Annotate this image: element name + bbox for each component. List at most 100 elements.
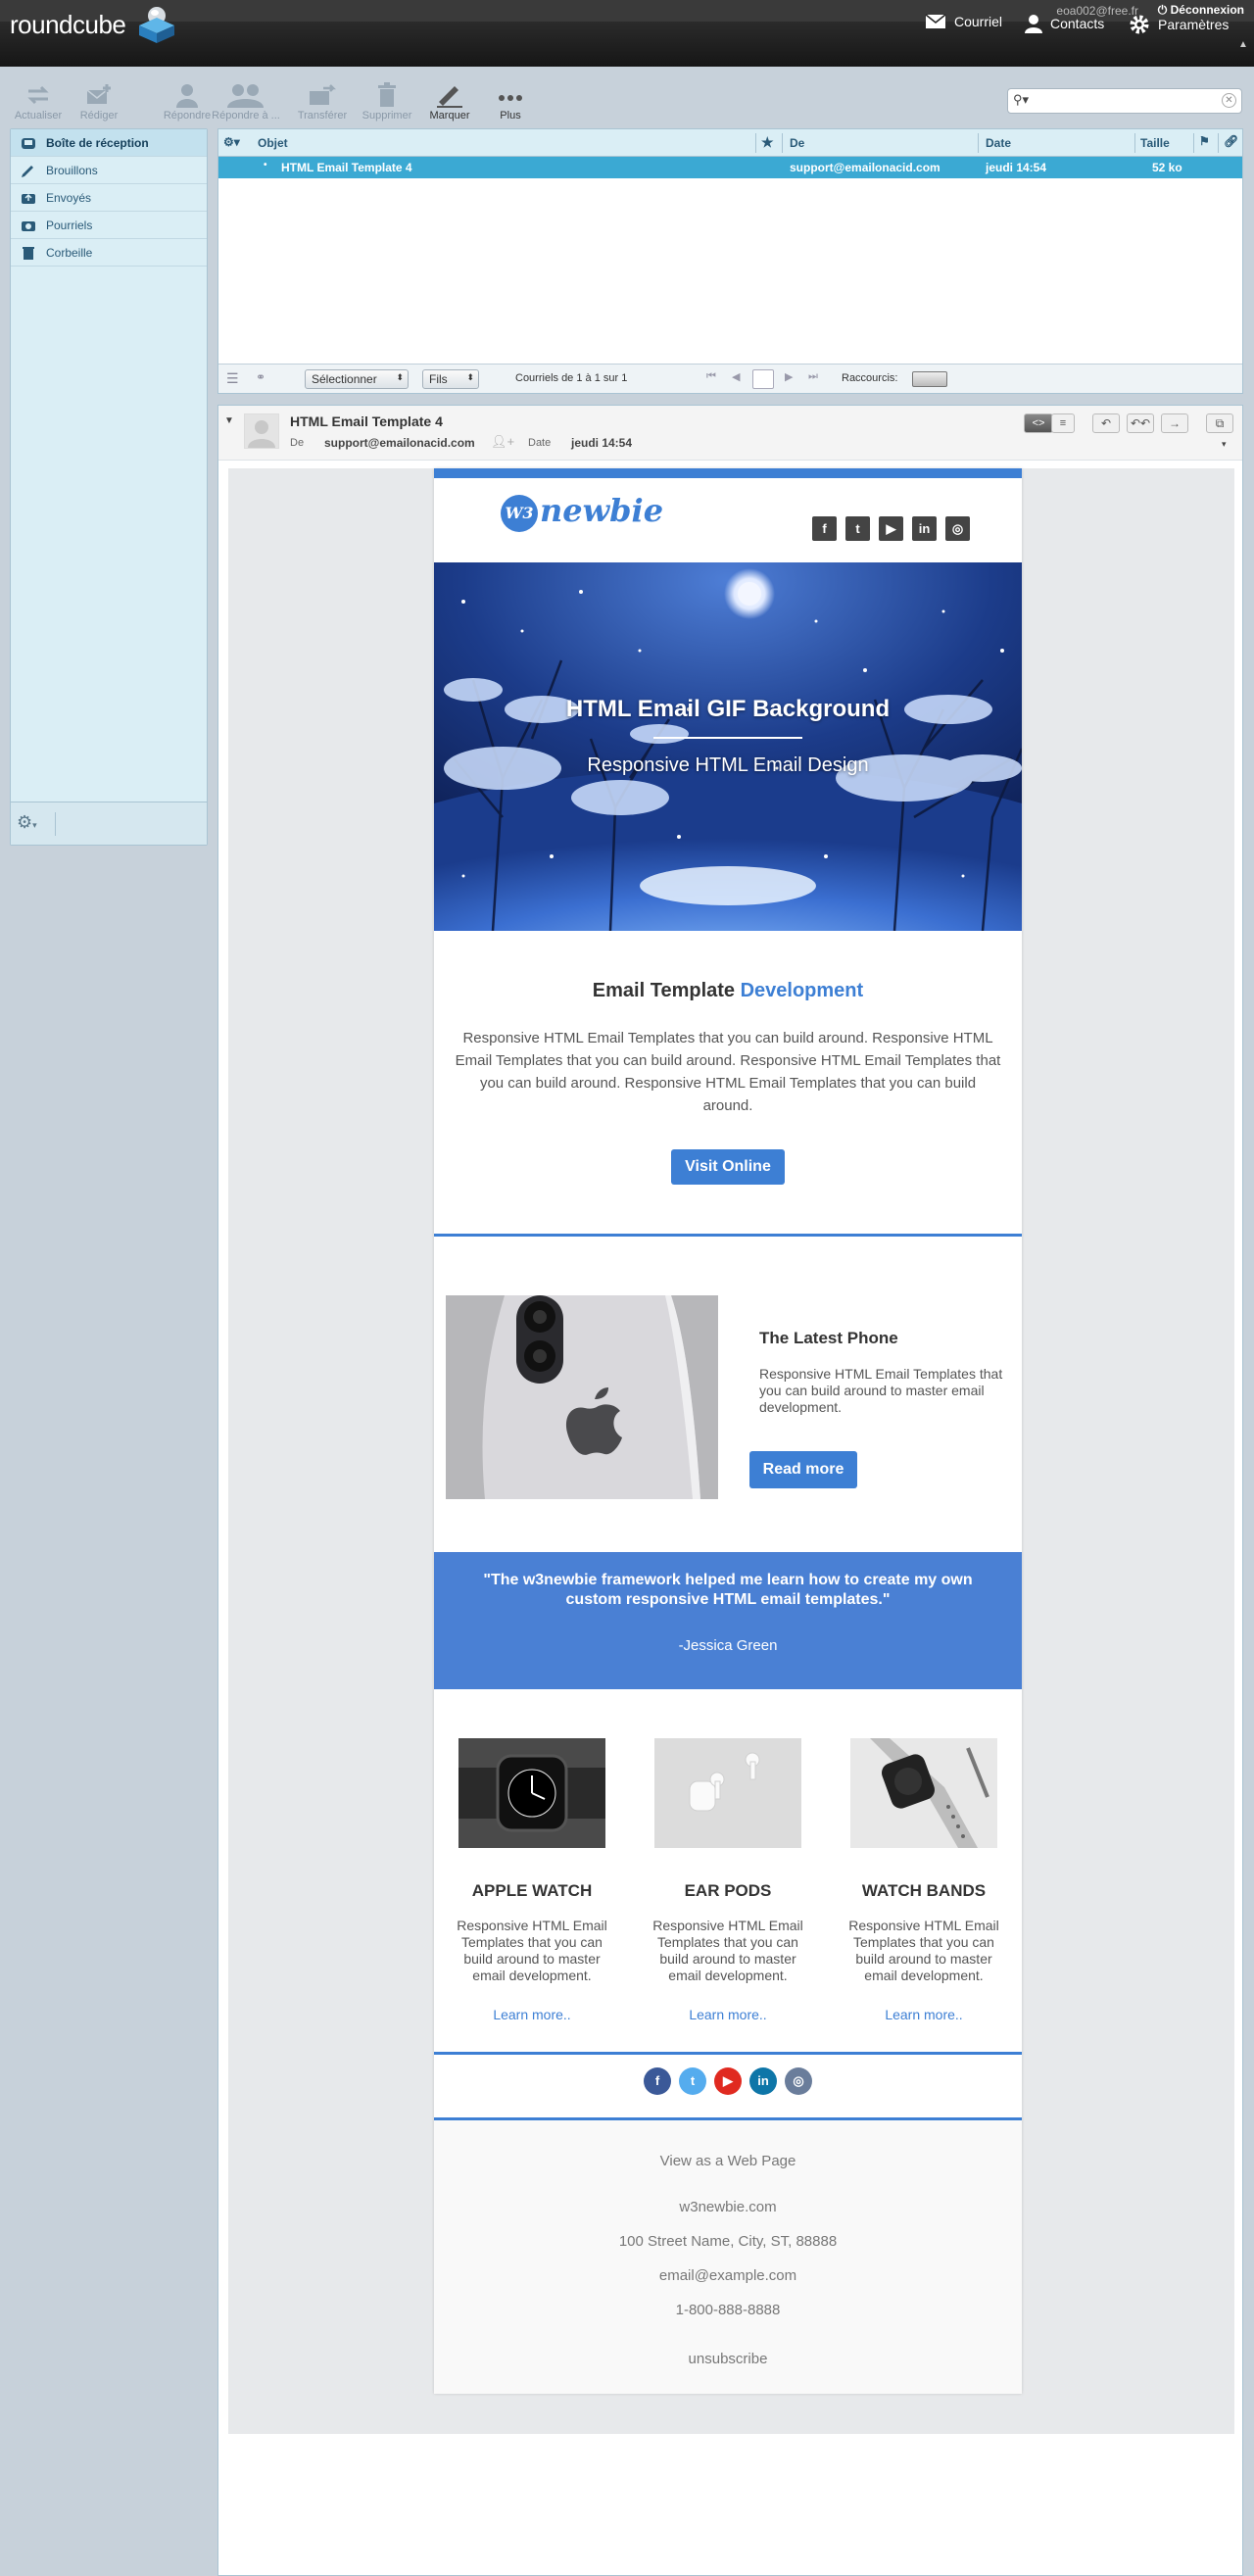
section-divider bbox=[434, 1234, 1022, 1237]
plain-view-toggle[interactable]: ≡ bbox=[1051, 413, 1075, 433]
open-window-icon[interactable]: ⧉ bbox=[1206, 413, 1233, 433]
date-label: Date bbox=[528, 437, 552, 449]
compose-button[interactable]: Rédiger bbox=[65, 82, 133, 122]
person-icon bbox=[1025, 15, 1042, 33]
avatar bbox=[244, 413, 279, 449]
product-title-watch-bands: WATCH BANDS bbox=[861, 1881, 987, 1900]
select-dropdown-label: Sélectionner bbox=[312, 372, 377, 386]
message-subject: HTML Email Template 4 bbox=[290, 413, 443, 429]
twitter-icon[interactable]: t bbox=[679, 2067, 706, 2095]
threads-icon[interactable]: ⚭ bbox=[256, 370, 265, 384]
nav-contacts[interactable]: Contacts bbox=[1025, 14, 1104, 33]
pencil-icon bbox=[22, 166, 33, 177]
list-options-gear-icon[interactable]: ⚙▾ bbox=[223, 135, 240, 149]
product-text-ear-pods: Responsive HTML Email Templates that you… bbox=[652, 1918, 803, 1983]
clear-search-icon[interactable]: ✕ bbox=[1222, 93, 1236, 108]
folder-drafts[interactable]: Brouillons bbox=[11, 157, 207, 184]
app-logo[interactable]: roundcube bbox=[10, 10, 126, 40]
flag-column-star-icon[interactable]: ★ bbox=[761, 134, 774, 151]
folder-sent[interactable]: Envoyés bbox=[11, 184, 207, 212]
reply-all-icon bbox=[227, 84, 264, 108]
read-more-button[interactable]: Read more bbox=[749, 1451, 857, 1488]
more-options-icon[interactable]: ▾ bbox=[1222, 439, 1227, 450]
learn-more-link-ear-pods[interactable]: Learn more.. bbox=[630, 2007, 826, 2022]
column-size[interactable]: Taille bbox=[1140, 136, 1170, 150]
instagram-icon[interactable]: ◎ bbox=[945, 516, 970, 541]
forward-icon[interactable]: → bbox=[1161, 413, 1188, 433]
add-contact-icon[interactable]: 👤︎+ bbox=[491, 434, 514, 450]
reply-icon[interactable]: ↶ bbox=[1092, 413, 1120, 433]
reply-all-icon[interactable]: ↶↶ bbox=[1127, 413, 1154, 433]
learn-more-link-watch-bands[interactable]: Learn more.. bbox=[826, 2007, 1022, 2022]
threads-dropdown-label: Fils bbox=[429, 372, 448, 386]
keyboard-icon[interactable] bbox=[912, 371, 947, 387]
learn-more-link-apple-watch[interactable]: Learn more.. bbox=[434, 2007, 630, 2022]
folder-list: Boîte de réception Brouillons Envoyés Po… bbox=[10, 128, 208, 846]
folder-settings-gear-icon[interactable]: ⚙▾ bbox=[17, 812, 56, 836]
facebook-icon[interactable]: f bbox=[644, 2067, 671, 2095]
select-dropdown[interactable]: Sélectionner ⬍ bbox=[305, 369, 409, 389]
mark-button[interactable]: Marquer bbox=[415, 82, 484, 122]
html-view-toggle[interactable]: <> bbox=[1024, 413, 1053, 433]
intro-heading-accent: Development bbox=[740, 980, 864, 1001]
ear-pods-image bbox=[654, 1738, 801, 1848]
unsubscribe-link[interactable]: unsubscribe bbox=[434, 2351, 1022, 2367]
facebook-icon[interactable]: f bbox=[812, 516, 837, 541]
refresh-icon bbox=[27, 85, 49, 105]
nav-mail[interactable]: Courriel bbox=[925, 14, 1002, 29]
email-content: W3 newbie f t ▶ in ◎ HTML Email GIF Back… bbox=[434, 468, 1022, 2394]
collapse-header-icon[interactable]: ▼ bbox=[224, 415, 234, 426]
message-preview: ▼ HTML Email Template 4 De support@email… bbox=[217, 405, 1243, 2576]
column-divider bbox=[1218, 133, 1219, 153]
youtube-icon[interactable]: ▶ bbox=[714, 2067, 742, 2095]
linkedin-icon[interactable]: in bbox=[749, 2067, 777, 2095]
refresh-button[interactable]: Actualiser bbox=[4, 82, 72, 122]
visit-online-button[interactable]: Visit Online bbox=[671, 1149, 785, 1185]
sent-icon bbox=[22, 193, 35, 204]
page-input[interactable] bbox=[752, 369, 774, 389]
delete-button[interactable]: Supprimer bbox=[353, 82, 421, 122]
hero-divider bbox=[653, 737, 802, 739]
next-page-icon[interactable]: ▶ bbox=[785, 370, 793, 383]
row-date: jeudi 14:54 bbox=[986, 161, 1047, 174]
view-web-page-link[interactable]: View as a Web Page bbox=[434, 2153, 1022, 2169]
flag-icon[interactable]: ⚑ bbox=[1199, 134, 1210, 148]
hero-snow-image bbox=[434, 562, 1022, 931]
phone-text: Responsive HTML Email Templates that you… bbox=[759, 1366, 1003, 1415]
list-menu-icon[interactable]: ☰ bbox=[226, 370, 239, 387]
search-input[interactable]: ⚲▾ ✕ bbox=[1007, 88, 1242, 114]
product-title-ear-pods: EAR PODS bbox=[684, 1881, 772, 1900]
more-button[interactable]: Plus bbox=[476, 82, 545, 122]
social-icons-footer: f t ▶ in ◎ bbox=[434, 2067, 1022, 2095]
search-icon[interactable]: ⚲▾ bbox=[1013, 92, 1029, 108]
footer-site[interactable]: w3newbie.com bbox=[434, 2199, 1022, 2215]
footer-email[interactable]: email@example.com bbox=[434, 2267, 1022, 2284]
column-subject[interactable]: Objet bbox=[258, 136, 288, 150]
folder-inbox[interactable]: Boîte de réception bbox=[11, 129, 207, 157]
updown-icon: ⬍ bbox=[466, 372, 474, 382]
nav-mail-label: Courriel bbox=[954, 14, 1003, 29]
reply-icon bbox=[176, 84, 198, 108]
folder-junk[interactable]: Pourriels bbox=[11, 212, 207, 239]
linkedin-icon[interactable]: in bbox=[912, 516, 937, 541]
pencil-icon bbox=[437, 86, 462, 108]
column-date[interactable]: Date bbox=[986, 136, 1011, 150]
nav-settings[interactable]: Paramètres bbox=[1129, 14, 1229, 35]
instagram-icon[interactable]: ◎ bbox=[785, 2067, 812, 2095]
prev-page-icon[interactable]: ◀ bbox=[732, 370, 740, 383]
folder-actions-bar: ⚙▾ bbox=[11, 802, 207, 845]
last-page-icon[interactable]: ⏭ bbox=[808, 370, 818, 383]
twitter-icon[interactable]: t bbox=[845, 516, 870, 541]
first-page-icon[interactable]: ⏮ bbox=[706, 370, 716, 383]
youtube-icon[interactable]: ▶ bbox=[879, 516, 903, 541]
table-row[interactable]: • HTML Email Template 4 support@emailona… bbox=[218, 157, 1242, 178]
column-from[interactable]: De bbox=[790, 136, 804, 150]
threads-dropdown[interactable]: Fils ⬍ bbox=[422, 369, 479, 389]
reply-all-button[interactable]: Répondre à ... bbox=[212, 82, 280, 122]
attachment-icon[interactable]: 🔗︎ bbox=[1224, 134, 1238, 148]
message-sender[interactable]: support@emailonacid.com bbox=[324, 436, 475, 450]
forward-button[interactable]: Transférer bbox=[288, 82, 357, 122]
inbox-icon bbox=[22, 138, 35, 149]
header-caret-icon[interactable]: ▲ bbox=[1238, 39, 1248, 50]
folder-trash[interactable]: Corbeille bbox=[11, 239, 207, 267]
